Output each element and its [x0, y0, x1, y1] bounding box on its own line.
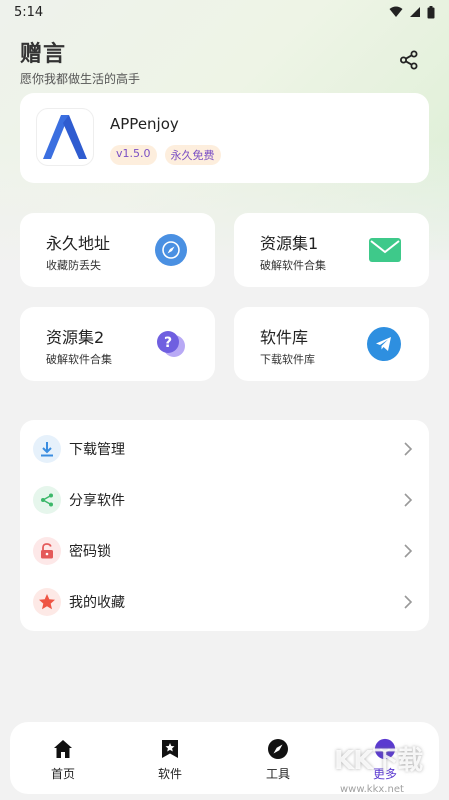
chevron-right-icon [404, 595, 413, 609]
svg-text:?: ? [164, 335, 172, 351]
nav-item-more[interactable]: 更多 [345, 722, 425, 794]
mail-icon [369, 238, 401, 262]
status-time: 5:14 [14, 4, 44, 20]
nav-item-software[interactable]: 软件 [130, 722, 210, 794]
tile-resource-2[interactable]: 资源集2 破解软件合集 ? [20, 307, 215, 381]
status-bar: 5:14 [0, 0, 449, 24]
compass-icon [155, 234, 187, 266]
menu-item-download-manager[interactable]: 下载管理 [20, 424, 429, 474]
tile-subtitle: 收藏防丢失 [46, 259, 101, 272]
tile-subtitle: 破解软件合集 [260, 259, 326, 272]
share-button[interactable] [396, 47, 422, 73]
app-logo [36, 108, 94, 166]
free-badge: 永久免费 [164, 145, 221, 165]
version-badge: v1.5.0 [110, 145, 157, 165]
menu-item-share-software[interactable]: 分享软件 [20, 475, 429, 525]
tile-title: 永久地址 [46, 234, 111, 253]
menu-item-my-favorites[interactable]: 我的收藏 [20, 577, 429, 627]
tile-subtitle: 破解软件合集 [46, 353, 112, 366]
app-info-card[interactable]: APPenjoy v1.5.0 永久免费 [20, 93, 429, 183]
lock-icon [33, 537, 61, 565]
nav-item-home[interactable]: 首页 [23, 722, 103, 794]
nav-label: 首页 [50, 767, 75, 781]
tile-subtitle: 下载软件库 [260, 353, 315, 366]
tile-software-library[interactable]: 软件库 下载软件库 [234, 307, 429, 381]
wifi-icon [389, 6, 403, 17]
tile-title: 软件库 [260, 328, 309, 347]
help-chat-icon: ? [155, 328, 187, 360]
smile-icon [374, 738, 396, 760]
app-badges: v1.5.0 永久免费 [110, 145, 221, 165]
chevron-right-icon [404, 493, 413, 507]
page-header: 赠言 愿你我都做生活的高手 [20, 36, 140, 87]
menu-item-label: 我的收藏 [69, 595, 125, 611]
telegram-icon [367, 327, 401, 361]
battery-icon [427, 5, 435, 18]
download-icon [33, 435, 61, 463]
share-icon [33, 486, 61, 514]
compass-icon [267, 738, 289, 760]
tile-title: 资源集1 [260, 234, 319, 253]
tile-permanent-address[interactable]: 永久地址 收藏防丢失 [20, 213, 215, 287]
nav-label: 软件 [157, 767, 182, 781]
page-title: 赠言 [20, 42, 67, 67]
page-subtitle: 愿你我都做生活的高手 [20, 72, 141, 86]
nav-label: 更多 [372, 767, 397, 781]
menu-item-label: 分享软件 [69, 493, 125, 509]
home-icon [52, 738, 74, 760]
chevron-right-icon [404, 544, 413, 558]
menu-item-label: 密码锁 [69, 544, 111, 560]
star-icon [33, 588, 61, 616]
status-icons [389, 5, 435, 19]
bookmark-star-icon [159, 738, 181, 760]
bottom-navigation: 首页 软件 工具 更多 [10, 722, 439, 794]
menu-list: 下载管理 分享软件 密码锁 我的收藏 [20, 420, 429, 631]
nav-item-tools[interactable]: 工具 [238, 722, 318, 794]
tile-title: 资源集2 [46, 328, 105, 347]
tile-resource-1[interactable]: 资源集1 破解软件合集 [234, 213, 429, 287]
app-logo-icon [39, 111, 91, 163]
menu-item-label: 下载管理 [69, 442, 125, 458]
menu-item-password-lock[interactable]: 密码锁 [20, 526, 429, 576]
app-name: APPenjoy [110, 115, 179, 133]
signal-icon [410, 7, 420, 17]
chevron-right-icon [404, 442, 413, 456]
nav-label: 工具 [265, 767, 290, 781]
share-icon [400, 50, 418, 70]
